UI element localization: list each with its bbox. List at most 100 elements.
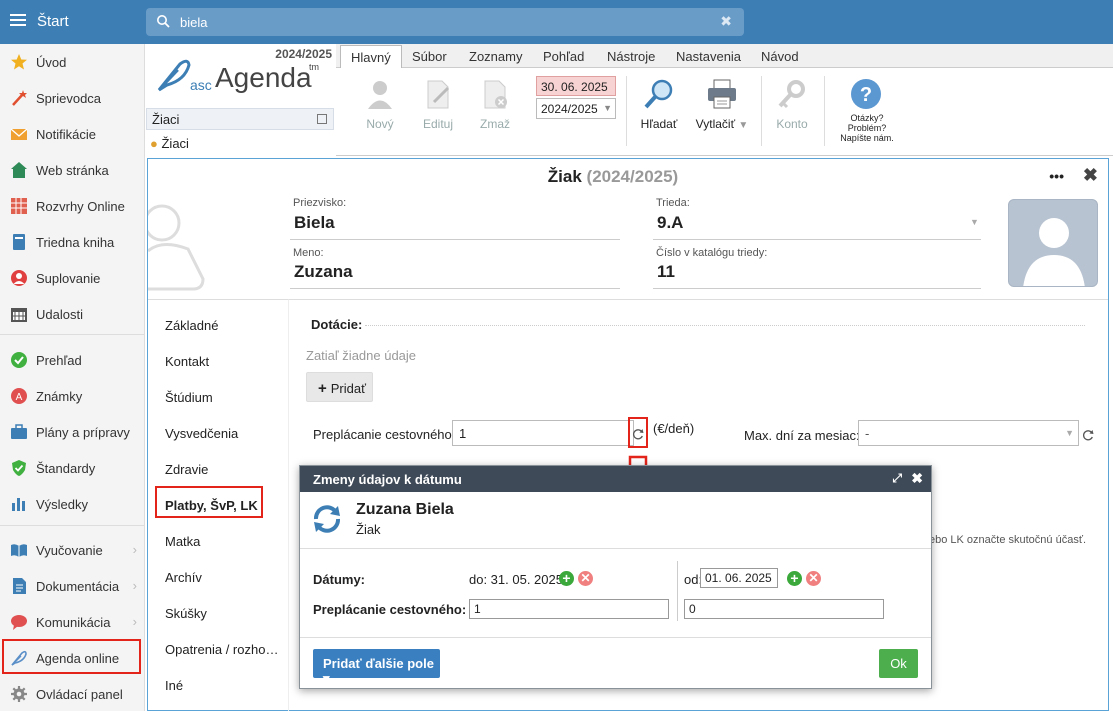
- ok-button[interactable]: Ok: [879, 649, 918, 678]
- sidebar-item-rozvrhy-online[interactable]: Rozvrhy Online: [0, 188, 145, 224]
- add-more-fields-button[interactable]: Pridať ďalšie pole ▾: [313, 649, 440, 686]
- logo-agenda-text: Agenda: [215, 62, 312, 93]
- student-placeholder-icon: [148, 204, 205, 291]
- add-date-left-icon[interactable]: +: [559, 571, 574, 586]
- close-dialog-icon[interactable]: ✖: [1083, 165, 1098, 186]
- sidebar-item-ovladaci-panel[interactable]: Ovládací panel: [0, 676, 145, 711]
- close-modal-icon[interactable]: ✖: [911, 470, 923, 487]
- section-divider: [365, 325, 1085, 326]
- collapse-icon[interactable]: [317, 114, 327, 124]
- tab-opatrenia[interactable]: Opatrenia / rozho…: [165, 642, 278, 657]
- date-from-input[interactable]: 01. 06. 2025: [700, 568, 778, 588]
- sidebar-item-sprievodca[interactable]: Sprievodca: [0, 80, 145, 116]
- print-label: Vytlačiť ▼: [691, 117, 753, 131]
- sidebar-item-uvod[interactable]: Úvod: [0, 44, 145, 80]
- help-text[interactable]: Otázky? Problém? Napíšte nám.: [832, 113, 902, 143]
- refresh-icon[interactable]: [1081, 428, 1095, 442]
- tab-studium[interactable]: Štúdium: [165, 390, 213, 405]
- students-tree-item[interactable]: ● Žiaci: [150, 136, 189, 151]
- tab-navod[interactable]: Návod: [761, 49, 799, 64]
- sidebar-item-plany-a-pripravy[interactable]: Plány a prípravy: [0, 414, 145, 450]
- travel-value-after-input[interactable]: 0: [684, 599, 884, 619]
- sidebar-item-suplovanie[interactable]: Suplovanie: [0, 260, 145, 296]
- school-year-select[interactable]: 2024/2025 ▼: [536, 98, 616, 119]
- sidebar-item-udalosti[interactable]: Udalosti: [0, 296, 145, 332]
- edit-label: Edituj: [422, 117, 454, 131]
- remove-date-left-icon[interactable]: ✕: [578, 571, 593, 586]
- modal-student-name: Zuzana Biela: [356, 501, 454, 518]
- print-dropdown-icon[interactable]: ▼: [738, 120, 748, 131]
- sidebar-item-label: Dokumentácia: [36, 579, 120, 594]
- search-input[interactable]: biela ✖: [146, 8, 744, 36]
- add-button[interactable]: + Pridať: [306, 372, 373, 402]
- tab-nastavenia[interactable]: Nastavenia: [676, 49, 741, 64]
- modal-title: Zmeny údajov k dátumu: [313, 472, 462, 487]
- print-button[interactable]: Vytlačiť ▼: [691, 78, 753, 131]
- agenda-logo-icon: [157, 59, 191, 92]
- key-icon: [778, 80, 805, 109]
- sidebar-item-komunikacia[interactable]: Komunikácia ›: [0, 604, 145, 640]
- tab-hlavny[interactable]: Hlavný: [340, 45, 402, 69]
- surname-value[interactable]: Biela: [294, 213, 335, 233]
- tab-zoznamy[interactable]: Zoznamy: [469, 49, 522, 64]
- date-changes-modal: Zmeny údajov k dátumu ⤢ ✖ Zuzana Biela Ž…: [299, 465, 932, 689]
- add-date-right-icon[interactable]: +: [787, 571, 802, 586]
- max-days-select[interactable]: - ▼: [858, 420, 1079, 446]
- highlight-refresh-icon: [628, 417, 648, 448]
- remove-date-right-icon[interactable]: ✕: [806, 571, 821, 586]
- tab-ine[interactable]: Iné: [165, 678, 183, 693]
- open-book-icon: [11, 544, 27, 557]
- sidebar-item-label: Sprievodca: [36, 91, 102, 106]
- account-button[interactable]: Konto: [765, 78, 819, 131]
- tab-zakladne[interactable]: Základné: [165, 318, 218, 333]
- envelope-icon: [10, 128, 28, 140]
- travel-value-before-input[interactable]: 1: [469, 599, 669, 619]
- expand-icon[interactable]: ⤢: [892, 471, 902, 486]
- new-button[interactable]: Nový: [353, 78, 407, 131]
- date-field[interactable]: 30. 06. 2025: [536, 76, 616, 96]
- sidebar-item-znamky[interactable]: A Známky: [0, 378, 145, 414]
- more-options-icon[interactable]: •••: [1049, 168, 1064, 184]
- book-icon: [13, 234, 25, 250]
- modal-header: Zmeny údajov k dátumu ⤢ ✖: [300, 466, 931, 492]
- sidebar-item-web-stranka[interactable]: Web stránka: [0, 152, 145, 188]
- tab-archiv[interactable]: Archív: [165, 570, 202, 585]
- new-person-icon: [368, 81, 392, 109]
- tab-zdravie[interactable]: Zdravie: [165, 462, 208, 477]
- student-photo[interactable]: [1008, 199, 1098, 287]
- unit-label: (€/deň): [653, 421, 695, 436]
- delete-button[interactable]: Zmaž: [468, 78, 522, 131]
- sidebar-item-prehlad[interactable]: Prehľad: [0, 342, 145, 378]
- clear-search-icon[interactable]: ✖: [720, 13, 732, 30]
- sidebar-item-vyucovanie[interactable]: Vyučovanie ›: [0, 532, 145, 568]
- hamburger-menu-icon[interactable]: [10, 14, 26, 27]
- dialog-title-year: (2024/2025): [586, 167, 679, 186]
- ribbon-separator: [824, 76, 825, 146]
- tab-nastroje[interactable]: Nástroje: [607, 49, 655, 64]
- sidebar-item-label: Výsledky: [36, 497, 89, 512]
- sidebar-item-label: Prehľad: [36, 353, 82, 368]
- travel-input[interactable]: 1: [452, 420, 634, 446]
- catalog-underline: [653, 288, 981, 289]
- shield-check-icon: [12, 460, 26, 476]
- start-label[interactable]: Štart: [37, 13, 69, 30]
- name-value[interactable]: Zuzana: [294, 262, 353, 282]
- sidebar-item-dokumentacia[interactable]: Dokumentácia ›: [0, 568, 145, 604]
- tab-pohlad[interactable]: Pohľad: [543, 49, 584, 64]
- tab-skusky[interactable]: Skúšky: [165, 606, 207, 621]
- tab-kontakt[interactable]: Kontakt: [165, 354, 209, 369]
- edit-button[interactable]: Edituj: [411, 78, 465, 131]
- sidebar-item-vysledky[interactable]: Výsledky: [0, 486, 145, 522]
- sidebar-item-standardy[interactable]: Štandardy: [0, 450, 145, 486]
- tab-matka[interactable]: Matka: [165, 534, 200, 549]
- sidebar-item-notifikacie[interactable]: Notifikácie: [0, 116, 145, 152]
- help-question-icon[interactable]: ?: [850, 78, 882, 110]
- class-value[interactable]: 9.A: [657, 213, 683, 233]
- catalog-value[interactable]: 11: [657, 262, 675, 282]
- class-dropdown-icon[interactable]: ▼: [970, 217, 979, 227]
- tab-vysvedcenia[interactable]: Vysvedčenia: [165, 426, 238, 441]
- sidebar-item-triedna-kniha[interactable]: Triedna kniha: [0, 224, 145, 260]
- calendar-icon: [11, 308, 27, 322]
- tab-subor[interactable]: Súbor: [412, 49, 447, 64]
- search-button[interactable]: Hľadať: [632, 78, 686, 131]
